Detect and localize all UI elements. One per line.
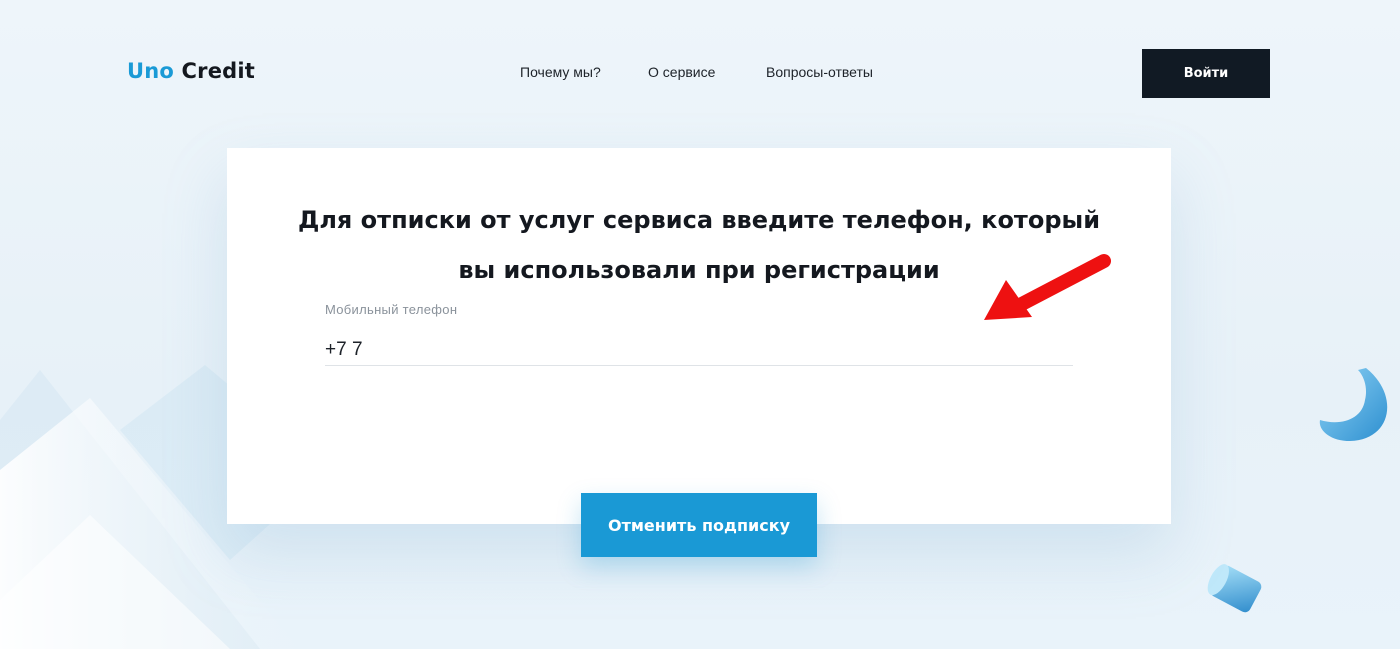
title-line-2: вы использовали при регистрации (458, 256, 940, 284)
title-line-1: Для отписки от услуг сервиса введите тел… (297, 206, 1101, 234)
cancel-subscription-button[interactable]: Отменить подписку (581, 493, 817, 557)
page-title: Для отписки от услуг сервиса введите тел… (227, 195, 1171, 295)
nav-item-why-us[interactable]: Почему мы? (520, 64, 601, 80)
cylinder-shape (1207, 564, 1262, 613)
login-button[interactable]: Войти (1142, 49, 1270, 98)
site-header: Uno Credit Почему мы? О сервисе Вопросы-… (0, 0, 1400, 147)
nav-item-about-service[interactable]: О сервисе (648, 64, 715, 80)
ring-shape (1319, 368, 1388, 441)
mountain-shape (0, 370, 260, 649)
mountain-shape (0, 515, 230, 649)
unsubscribe-card: Для отписки от услуг сервиса введите тел… (227, 148, 1171, 524)
phone-input[interactable] (325, 334, 1073, 366)
nav-item-faq[interactable]: Вопросы-ответы (766, 64, 873, 80)
phone-field-label: Мобильный телефон (325, 302, 458, 317)
